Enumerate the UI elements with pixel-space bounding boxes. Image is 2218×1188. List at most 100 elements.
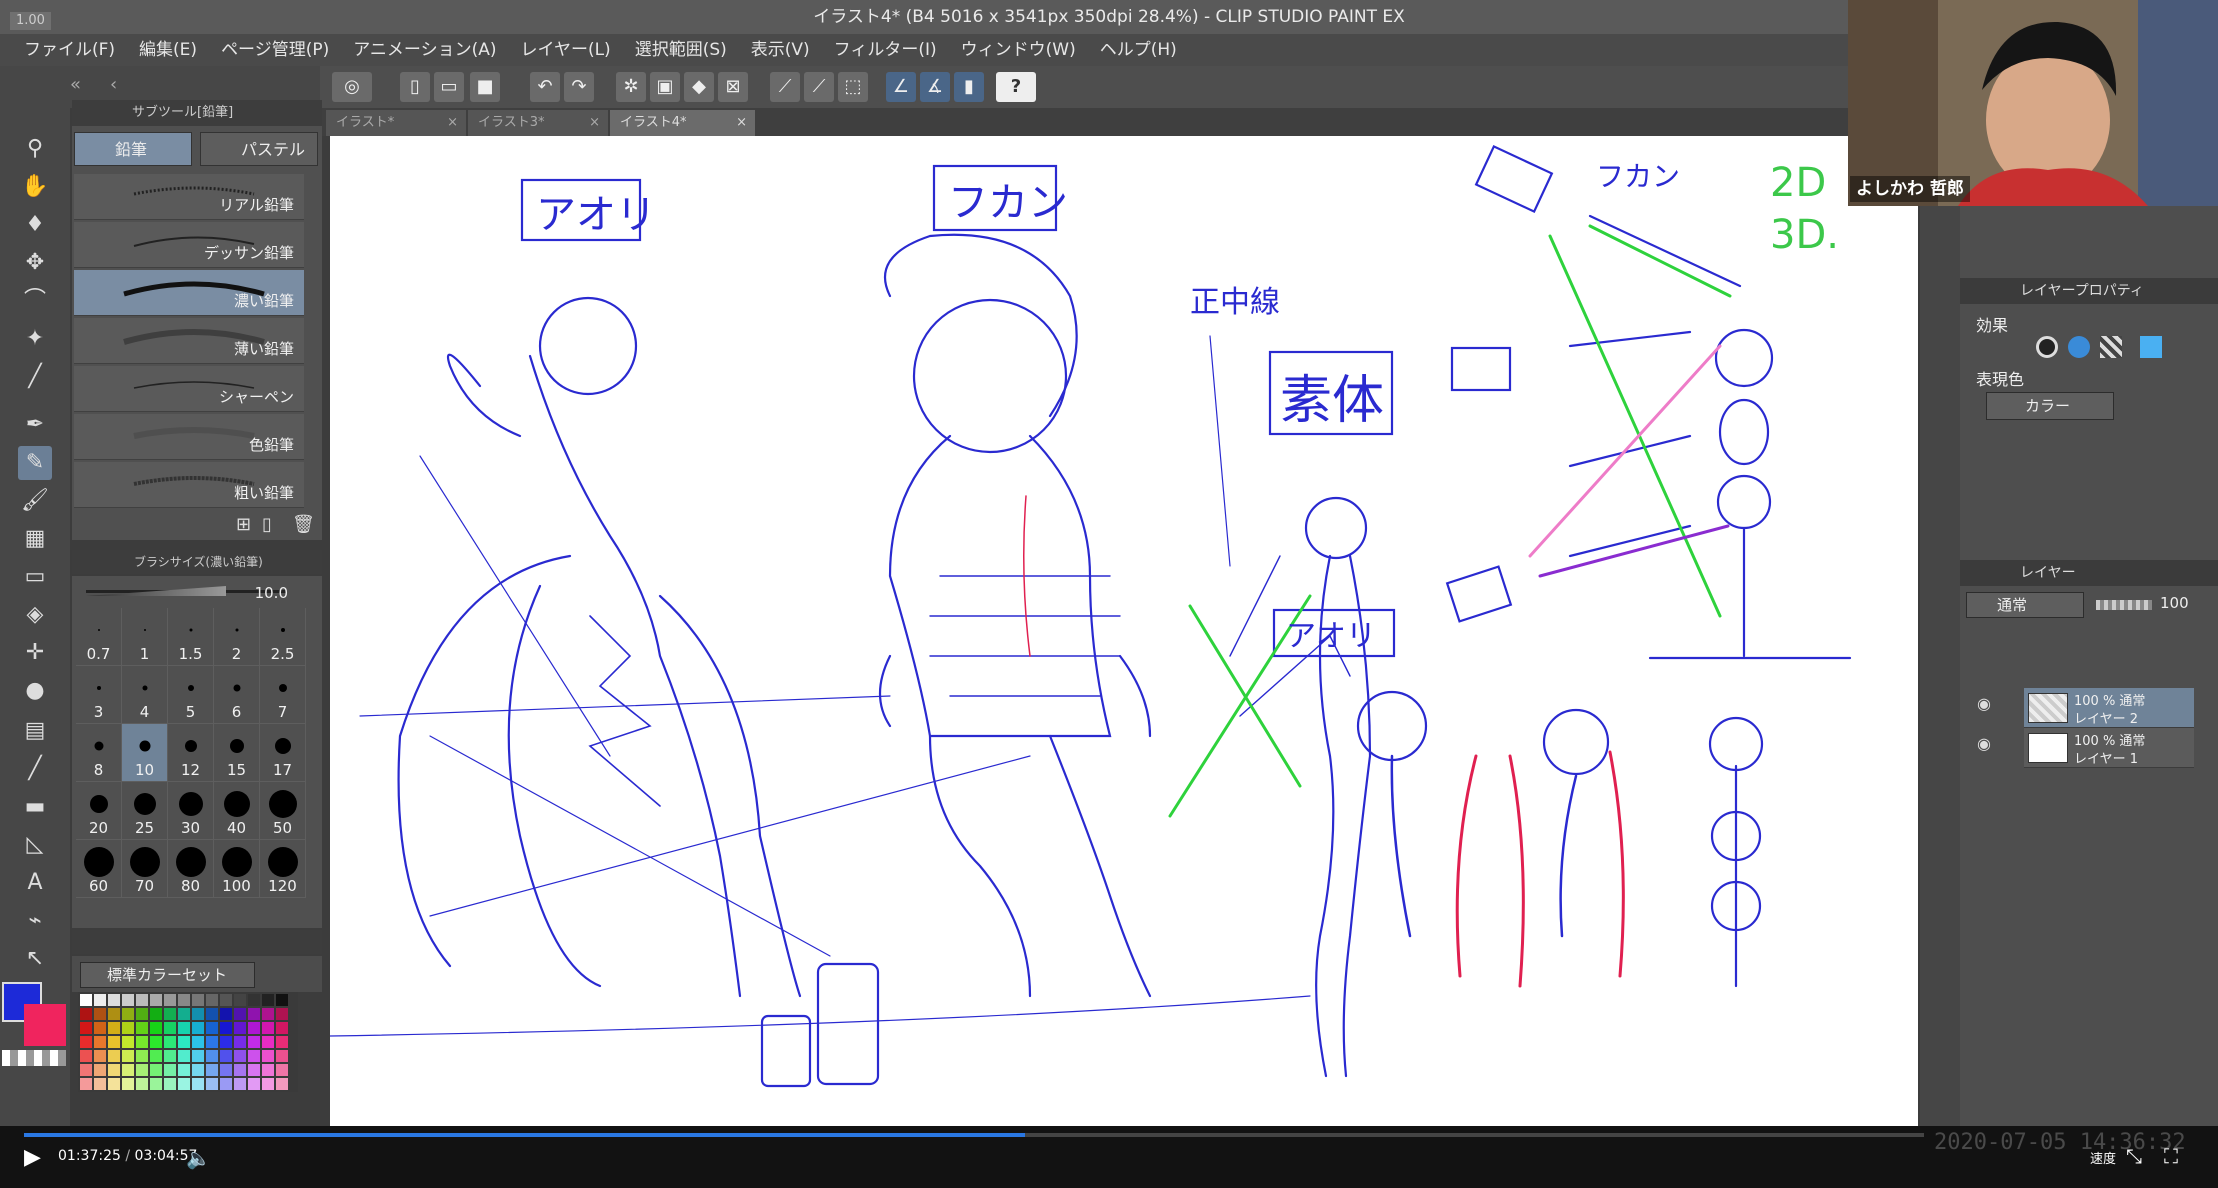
color-swatch[interactable] (248, 994, 260, 1006)
ruler-snap-icon[interactable]: ⟋ (770, 72, 800, 102)
hand-icon[interactable]: ✋ (18, 170, 52, 204)
sub-color-swatch[interactable] (24, 1004, 66, 1046)
grid-snap-icon[interactable]: ⟋ (804, 72, 834, 102)
color-swatch[interactable] (206, 1050, 218, 1062)
tab-illust4[interactable]: イラスト4* × (610, 110, 755, 136)
color-swatch[interactable] (164, 1008, 176, 1020)
brush-size-option[interactable]: 120 (260, 840, 306, 898)
color-swatch[interactable] (80, 1036, 92, 1048)
color-swatch[interactable] (248, 1078, 260, 1090)
brush-size-option[interactable]: 5 (168, 666, 214, 724)
color-swatch[interactable] (136, 1036, 148, 1048)
speed-button[interactable]: 速度 (2090, 1148, 2116, 1167)
menu-selection[interactable]: 選択範囲(S) (623, 34, 739, 66)
color-swatch[interactable] (108, 1050, 120, 1062)
color-swatch[interactable] (164, 994, 176, 1006)
brush-size-option[interactable]: 12 (168, 724, 214, 782)
color-swatch[interactable] (234, 1036, 246, 1048)
brush-size-option[interactable]: 20 (76, 782, 122, 840)
menu-page[interactable]: ページ管理(P) (209, 34, 341, 66)
color-swatch[interactable] (108, 1078, 120, 1090)
save-icon[interactable]: ■ (470, 72, 500, 102)
layer-color-icon[interactable] (2140, 336, 2162, 358)
add-subtool-icon[interactable]: ⊞ (236, 514, 251, 535)
menu-layer[interactable]: レイヤー(L) (508, 34, 622, 66)
color-swatch[interactable] (122, 1036, 134, 1048)
color-swatch[interactable] (80, 1078, 92, 1090)
tab-illust3[interactable]: イラスト3* × (468, 110, 608, 136)
undo-icon[interactable]: ↶ (530, 72, 560, 102)
brush-size-option[interactable]: 30 (168, 782, 214, 840)
subtool-tab-pastel[interactable]: パステル (200, 132, 318, 166)
color-set-select[interactable]: 標準カラーセット (80, 962, 255, 988)
pen-icon[interactable]: ✒ (18, 408, 52, 442)
color-swatch[interactable] (108, 994, 120, 1006)
close-icon[interactable]: × (447, 110, 458, 136)
brush-size-option[interactable]: 1.5 (168, 608, 214, 666)
brush-item[interactable]: 薄い鉛筆 (74, 318, 304, 364)
color-swatch[interactable] (262, 1050, 274, 1062)
color-swatch[interactable] (178, 1036, 190, 1048)
visibility-eye-icon[interactable]: ◉ (1972, 734, 1996, 758)
volume-icon[interactable]: 🔈 (186, 1146, 211, 1170)
brush-size-option[interactable]: 15 (214, 724, 260, 782)
color-swatch[interactable] (192, 1036, 204, 1048)
color-swatch[interactable] (192, 1022, 204, 1034)
close-icon[interactable]: × (736, 110, 747, 136)
blend-icon[interactable]: ● (18, 674, 52, 708)
color-swatch[interactable] (220, 994, 232, 1006)
color-swatch[interactable] (248, 1050, 260, 1062)
color-swatch[interactable] (178, 994, 190, 1006)
gradient-icon[interactable]: ▤ (18, 714, 52, 748)
brush-size-option[interactable]: 60 (76, 840, 122, 898)
close-icon[interactable]: × (589, 110, 600, 136)
color-swatch[interactable] (136, 1078, 148, 1090)
brush-size-option[interactable]: 6 (214, 666, 260, 724)
lasso-icon[interactable]: ⌒ (18, 284, 52, 318)
clip-studio-icon[interactable]: ◎ (332, 72, 372, 102)
ruler-icon[interactable]: ◺ (18, 828, 52, 862)
open-folder-icon[interactable]: ▭ (434, 72, 464, 102)
color-swatch[interactable] (234, 1022, 246, 1034)
color-swatch[interactable] (108, 1008, 120, 1020)
color-swatch[interactable] (276, 1022, 288, 1034)
color-swatch[interactable] (164, 1078, 176, 1090)
correct-line-icon[interactable]: ↖ (18, 942, 52, 976)
color-swatch[interactable] (122, 994, 134, 1006)
color-swatch[interactable] (80, 1008, 92, 1020)
brush-item[interactable]: 色鉛筆 (74, 414, 304, 460)
border-effect-icon[interactable] (2036, 336, 2058, 358)
figure-icon[interactable]: ╱ (18, 752, 52, 786)
menu-animation[interactable]: アニメーション(A) (341, 34, 508, 66)
color-swatch[interactable] (150, 1050, 162, 1062)
color-swatch[interactable] (150, 1036, 162, 1048)
color-swatch[interactable] (150, 1008, 162, 1020)
color-swatch[interactable] (178, 1022, 190, 1034)
color-swatch[interactable] (234, 1078, 246, 1090)
eyedropper-icon[interactable]: ♦ (18, 208, 52, 242)
redo-icon[interactable]: ↷ (564, 72, 594, 102)
brush-size-option[interactable]: 17 (260, 724, 306, 782)
color-swatch[interactable] (136, 1022, 148, 1034)
color-swatch[interactable] (164, 1022, 176, 1034)
brush-size-option[interactable]: 10 (122, 724, 168, 782)
tone-effect-icon[interactable] (2068, 336, 2090, 358)
text-icon[interactable]: A (18, 866, 52, 900)
color-swatch[interactable] (150, 994, 162, 1006)
minimize-icon[interactable]: ⤡ (2126, 1144, 2142, 1168)
menu-help[interactable]: ヘルプ(H) (1088, 34, 1189, 66)
dropper-icon[interactable]: ╱ (18, 360, 52, 394)
drawing-canvas[interactable]: アオリ フカン 正中線 素体 フカン アオリ 2D 3D. (330, 136, 1918, 1126)
color-swatch[interactable] (164, 1064, 176, 1076)
color-swatch[interactable] (276, 1036, 288, 1048)
airbrush-icon[interactable]: ▦ (18, 522, 52, 556)
color-swatch[interactable] (122, 1022, 134, 1034)
color-swatch[interactable] (248, 1036, 260, 1048)
color-swatch[interactable] (206, 1078, 218, 1090)
transparent-color-swatch[interactable] (2, 1050, 66, 1066)
menu-window[interactable]: ウィンドウ(W) (949, 34, 1088, 66)
color-swatch[interactable] (234, 1050, 246, 1062)
eraser-icon[interactable]: ▭ (18, 560, 52, 594)
frame-icon[interactable]: ▬ (18, 790, 52, 824)
color-swatch[interactable] (136, 1050, 148, 1062)
